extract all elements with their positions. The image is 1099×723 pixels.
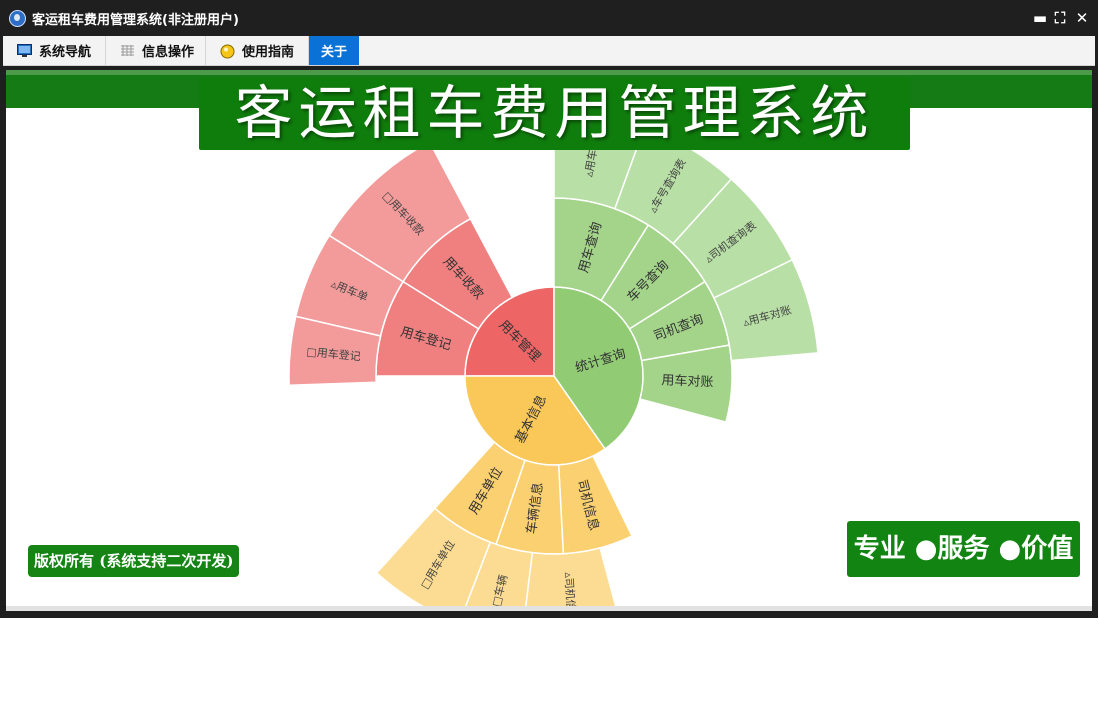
tab-system-navigation[interactable]: 系统导航 (3, 36, 106, 65)
title-bar: 客运租车费用管理系统(非注册用户) ▬ ⛶ ✕ (0, 0, 1098, 36)
slogan-badge: 专业 ●服务 ●价值 (847, 521, 1080, 577)
tab-label: 系统导航 (39, 45, 92, 60)
tab-label: 信息操作 (142, 45, 195, 60)
tab-label: 使用指南 (242, 45, 295, 60)
window-title: 客运租车费用管理系统(非注册用户) (32, 13, 239, 28)
app-window: 客运租车费用管理系统(非注册用户) ▬ ⛶ ✕ 系统导航 信息操作 使用指南 关… (0, 0, 1098, 618)
tab-info-operation[interactable]: 信息操作 (106, 36, 206, 65)
page-title: 客运租车费用管理系统 (199, 78, 910, 150)
app-logo-icon (9, 10, 26, 27)
close-icon[interactable]: ✕ (1072, 8, 1092, 28)
grid-icon (120, 44, 135, 57)
tab-label: 关于 (321, 45, 348, 60)
tab-about[interactable]: 关于 (309, 36, 359, 65)
restore-icon[interactable]: ⛶ (1050, 8, 1070, 28)
minimize-icon[interactable]: ▬ (1030, 8, 1050, 28)
main-content: 用车管理 统计查询 基本信息 用车收款 用车登记 用车查询 车号查询 司机查询 用车对账 司机信息… (6, 70, 1092, 611)
bulb-icon (220, 44, 235, 59)
menu-bar: 系统导航 信息操作 使用指南 关于 (3, 36, 1095, 66)
monitor-icon (17, 44, 32, 57)
tab-user-guide[interactable]: 使用指南 (206, 36, 309, 65)
copyright-badge: 版权所有 (系统支持二次开发) (28, 545, 240, 577)
sunburst-ring1-5-label: 用车对账 (661, 372, 714, 390)
content-bottom-strip (6, 606, 1092, 611)
